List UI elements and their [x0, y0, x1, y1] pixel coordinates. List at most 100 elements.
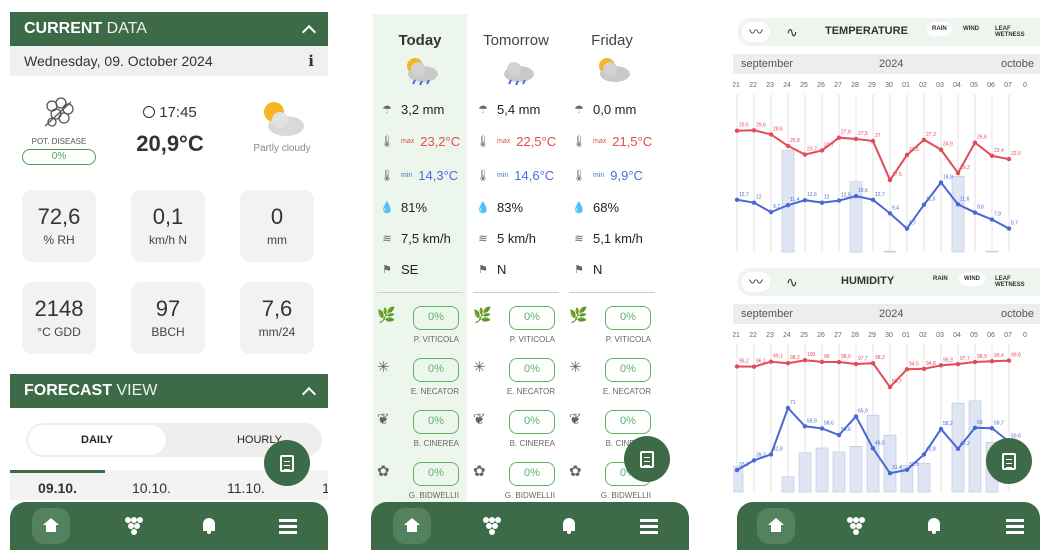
disease-risk[interactable]: ✳ 0% E. NECATOR	[373, 354, 467, 406]
nav-menu[interactable]	[637, 514, 661, 538]
leaf-wetness-option[interactable]: LEAF WETNESS	[995, 26, 1040, 38]
tile-humidity[interactable]: 72,6 % RH	[22, 190, 96, 262]
forecast-day-column[interactable]: Sa	[661, 14, 689, 514]
precip-bar	[849, 446, 863, 493]
disease-risk[interactable]: ❦ 0% B. CINEREA	[373, 406, 467, 458]
daily-option[interactable]: DAILY	[28, 425, 166, 455]
tile-unit: km/h N	[148, 233, 187, 247]
min-temperature: 14,3°C	[418, 168, 459, 183]
tile-unit: mm/24	[258, 325, 296, 339]
day-tab[interactable]: 11.10.	[227, 480, 265, 496]
nav-menu[interactable]	[1003, 514, 1027, 538]
data-label: 58,7	[994, 420, 1004, 426]
tile-rain-24h[interactable]: 7,6 mm/24	[240, 282, 314, 354]
smooth-line-toggle[interactable]: ∿	[781, 272, 803, 292]
data-label: 59,9	[807, 418, 817, 424]
tile-rain[interactable]: 0 mm	[240, 190, 314, 262]
tile-bbch[interactable]: 97 BBCH	[131, 282, 205, 354]
max-temperature: 23,2°C	[420, 134, 461, 149]
smooth-line-toggle[interactable]: ∿	[781, 22, 803, 42]
data-label: 9,7	[773, 204, 780, 210]
day-name: Today	[398, 32, 442, 49]
day-tick: 29	[868, 332, 876, 339]
tile-wind[interactable]: 0,1 km/h N	[131, 190, 205, 262]
info-icon[interactable]: i	[308, 52, 314, 70]
data-label: 33,3	[739, 462, 749, 468]
disease-risk[interactable]: 🌿 0% P. VITICOLA	[469, 302, 563, 354]
rain-option[interactable]: RAIN	[927, 22, 952, 36]
data-label: 58,6	[824, 420, 834, 426]
forecast-day-column[interactable]: Tomorrow ☂ 5,4 mm 🌡 max 22,5°C 🌡 min 14,6°C 💧 83% ≋…	[469, 14, 563, 514]
data-label: 46,5	[875, 440, 885, 446]
series-min-point	[819, 200, 825, 205]
series-min-point	[972, 210, 978, 215]
day-tick: 25	[800, 332, 808, 339]
day-tab[interactable]: 1	[322, 480, 328, 496]
data-label: 27,5	[858, 131, 868, 137]
risk-value-pill: 0%	[509, 462, 555, 486]
data-label: 11,5	[926, 197, 936, 203]
nav-vineyard[interactable]	[121, 514, 145, 538]
series-max-point	[853, 361, 859, 367]
day-tick: 28	[851, 332, 859, 339]
disease-risk[interactable]: 🌿 0% P. VITICOLA	[373, 302, 467, 354]
collapse-chevron-icon[interactable]	[301, 24, 317, 39]
nav-alerts[interactable]	[557, 514, 581, 538]
series-max-point	[785, 361, 791, 366]
current-time: 17:45	[159, 104, 197, 121]
leaf-wetness-option[interactable]: LEAF WETNESS	[995, 276, 1040, 288]
notes-fab[interactable]	[986, 438, 1032, 484]
pathogen-icon: ✿	[569, 463, 582, 480]
data-label: 58,2	[943, 421, 953, 427]
collapse-chevron-icon[interactable]	[301, 386, 317, 401]
temperature-chart[interactable]: 29,5 29,6 28,6 25,8 23,7 24,7 27,8 27,5 27 17,5 23…	[733, 94, 1040, 262]
nav-home[interactable]	[32, 508, 70, 544]
nav-alerts[interactable]	[922, 514, 946, 538]
disease-risk[interactable]: ✳ 0% E. NECATOR	[469, 354, 563, 406]
precip-bar	[985, 250, 999, 253]
nav-home[interactable]	[393, 508, 431, 544]
current-temperature: 20,9°C	[136, 131, 204, 156]
day-tick: 01	[902, 332, 910, 339]
day-tick: 05	[970, 332, 978, 339]
rain-option[interactable]: RAIN	[933, 276, 948, 282]
line-chart-toggle[interactable]: 〰	[742, 272, 770, 292]
day-tick: 21	[733, 82, 740, 89]
day-tab[interactable]: 09.10.	[10, 470, 105, 496]
day-tick: 24	[783, 82, 791, 89]
day-tick: 06	[987, 82, 995, 89]
nav-home[interactable]	[757, 508, 795, 544]
pathogen-name: E. NECATOR	[602, 387, 651, 396]
disease-risk[interactable]: ✳ 0% E. NECATOR	[565, 354, 659, 406]
data-label: 11,6	[960, 196, 970, 202]
rain-cloud-icon	[504, 62, 534, 86]
notes-fab[interactable]	[624, 436, 670, 482]
tile-gdd[interactable]: 2148 °C GDD	[22, 282, 96, 354]
series-max-point	[802, 358, 808, 363]
wind-speed: 7,5 km/h	[401, 231, 451, 246]
line-chart-toggle[interactable]: 〰	[742, 22, 770, 42]
bell-icon	[926, 517, 942, 535]
forecast-day-column[interactable]: Today ☂ 3,2 mm 🌡 max 23,2°C 🌡 min 14,3°C 💧 81% ≋ 7,5…	[373, 14, 467, 514]
day-tab[interactable]: 10.10.	[132, 480, 171, 496]
current-data-header[interactable]: CURRENT DATA	[10, 12, 328, 46]
nav-vineyard[interactable]	[479, 514, 503, 538]
data-label: 12,6	[807, 192, 817, 198]
disease-risk[interactable]: ❦ 0% B. CINEREA	[469, 406, 563, 458]
nav-menu[interactable]	[276, 514, 300, 538]
nav-vineyard[interactable]	[843, 514, 867, 538]
wind-option[interactable]: WIND	[963, 26, 979, 32]
year: 2024	[879, 58, 904, 70]
wind-direction: N	[497, 262, 507, 277]
forecast-header[interactable]: FORECAST VIEW	[10, 374, 328, 408]
disease-risk[interactable]: 🌿 0% P. VITICOLA	[565, 302, 659, 354]
charts-screen: 〰 ∿ TEMPERATURE RAIN WIND LEAF WETNESS s…	[733, 0, 1040, 550]
wind-option[interactable]: WIND	[959, 272, 985, 286]
partly-cloudy-icon	[599, 58, 630, 82]
notes-fab[interactable]	[264, 440, 310, 486]
day-tick: 23	[766, 332, 774, 339]
windsock-icon: ⚑	[574, 263, 584, 276]
day-tick: 26	[817, 82, 825, 89]
pathogen-name: E. NECATOR	[506, 387, 555, 396]
nav-alerts[interactable]	[197, 514, 221, 538]
